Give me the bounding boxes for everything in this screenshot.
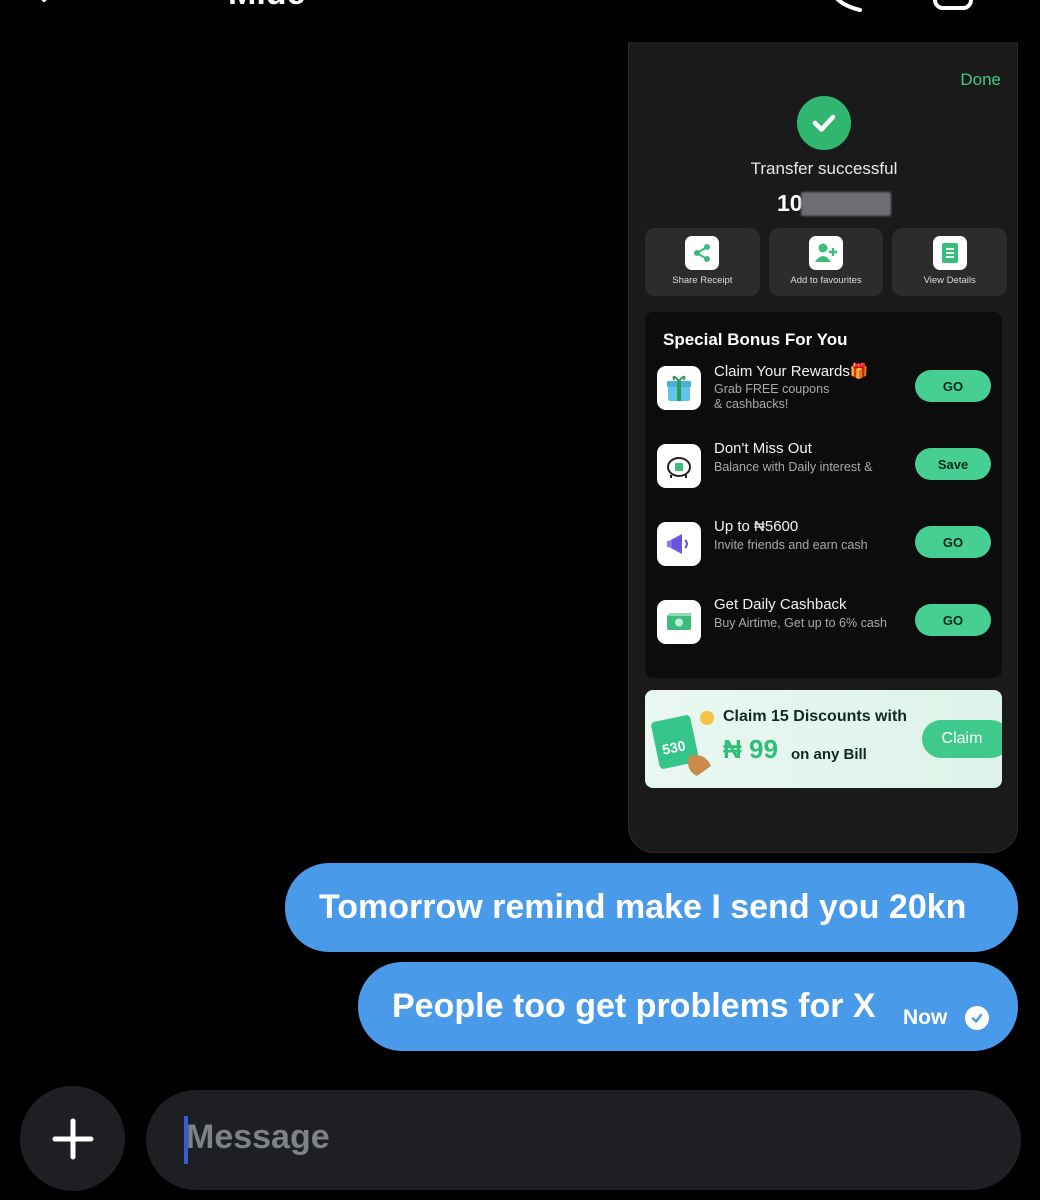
message-timestamp: Now (903, 1006, 948, 1029)
document-icon (932, 236, 967, 270)
bonus-save-button: Save (915, 448, 991, 480)
share-receipt-card: Share Receipt (645, 228, 760, 296)
bonus-name: Get Daily Cashback (714, 596, 847, 613)
bonus-description: Invite friends and earn cash (714, 538, 868, 552)
message-text: People too get problems for X (392, 987, 876, 1025)
video-call-icon[interactable] (932, 0, 988, 14)
bonus-go-button: GO (915, 604, 991, 636)
action-label: Share Receipt (672, 275, 733, 286)
action-label: Add to favourites (790, 275, 862, 286)
megaphone-icon (657, 522, 701, 566)
voucher-icon: 530 (651, 711, 714, 776)
redacted-amount (801, 192, 891, 216)
bonus-item: Claim Your Rewards🎁 Grab FREE coupons & … (657, 362, 991, 422)
message-placeholder: Message (186, 1118, 330, 1156)
bonus-name: Don't Miss Out (714, 440, 812, 457)
plus-icon (52, 1118, 93, 1159)
message-text: Tomorrow remind make I send you 20kn (319, 888, 967, 926)
bonus-item: Don't Miss Out Balance with Daily intere… (657, 440, 991, 500)
read-receipt-icon (965, 1006, 989, 1030)
sent-message[interactable]: Tomorrow remind make I send you 20kn (285, 863, 1018, 952)
view-details-card: View Details (892, 228, 1008, 296)
transfer-amount: 10 (777, 190, 803, 216)
cash-icon (657, 600, 701, 644)
done-link: Done (960, 70, 1001, 89)
message-input[interactable]: Message (146, 1090, 1021, 1190)
gift-icon (657, 366, 701, 410)
back-arrow-icon[interactable] (36, 0, 62, 14)
bonus-description: Buy Airtime, Get up to 6% cash (714, 616, 887, 630)
bonus-name: Up to ₦5600 (714, 518, 799, 535)
bonus-description: Balance with Daily interest & (714, 460, 873, 474)
add-attachment-button[interactable] (20, 1086, 125, 1191)
shared-image-message[interactable]: Done Transfer successful 10 Share Receip… (628, 42, 1018, 853)
transfer-status: Transfer successful (750, 159, 898, 178)
phone-icon[interactable] (826, 0, 866, 14)
piggy-bank-icon (657, 444, 701, 488)
bonus-description: Grab FREE coupons & cashbacks! (714, 382, 830, 411)
bonus-go-button: GO (915, 526, 991, 558)
add-favourite-card: Add to favourites (768, 228, 884, 296)
bonus-name: Claim Your Rewards🎁 (714, 363, 869, 380)
promo-headline: Claim 15 Discounts with (723, 708, 908, 725)
share-icon (685, 236, 720, 270)
chat-name[interactable]: Mide (228, 0, 305, 13)
add-user-icon (809, 236, 843, 270)
sent-message[interactable]: People too get problems for X Now (358, 962, 1018, 1051)
bonus-item: Up to ₦5600 Invite friends and earn cash… (657, 518, 991, 578)
promo-suffix: on any Bill (791, 746, 867, 763)
checkmark-icon (797, 96, 851, 150)
receipt-actions: Share Receipt Add to favourites View Det… (645, 228, 1008, 296)
claim-button: Claim (922, 720, 1002, 758)
promo-price: ₦ 99 (723, 734, 778, 764)
bonus-title: Special Bonus For You (663, 330, 848, 349)
chat-header: Mide (0, 0, 1040, 20)
special-bonus-panel: Special Bonus For You Claim Your Rewards… (645, 312, 1002, 678)
bonus-item: Get Daily Cashback Buy Airtime, Get up t… (657, 596, 991, 656)
action-label: View Details (923, 275, 976, 286)
promo-banner: 530 Claim 15 Discounts with ₦ 99 on any … (645, 690, 1002, 788)
bonus-go-button: GO (915, 370, 991, 402)
